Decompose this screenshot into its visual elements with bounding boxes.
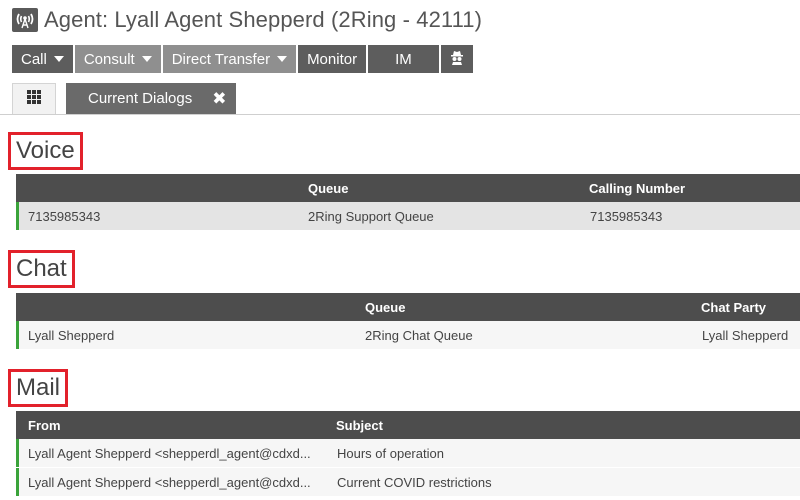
column-header-subject[interactable]: Subject [336, 418, 383, 433]
tab-grid[interactable] [12, 83, 56, 114]
mail-grid-header: From Subject [16, 411, 800, 439]
mail-row[interactable]: Lyall Agent Shepperd <shepperdl_agent@cd… [16, 439, 800, 467]
tab-divider [0, 114, 800, 115]
toolbar: Call Consult Direct Transfer Monitor IM [12, 45, 475, 73]
page-title: Agent: Lyall Agent Shepperd (2Ring - 421… [44, 7, 483, 32]
spy-button[interactable] [440, 45, 473, 73]
im-label: IM [395, 50, 412, 68]
grid-icon [27, 89, 41, 109]
voice-section-title: Voice [8, 132, 83, 170]
consult-button[interactable]: Consult [74, 45, 161, 73]
column-header-queue[interactable]: Queue [308, 181, 348, 196]
mail-subject: Current COVID restrictions [337, 475, 492, 490]
call-button[interactable]: Call [12, 45, 73, 73]
column-header-from[interactable]: From [28, 418, 61, 433]
column-header-calling-number[interactable]: Calling Number [589, 181, 685, 196]
chat-party: Lyall Shepperd [702, 328, 789, 343]
spy-icon [449, 49, 465, 69]
chat-grid-header: Queue Chat Party [16, 293, 800, 321]
call-label: Call [21, 50, 47, 68]
mail-section-title: Mail [8, 369, 69, 407]
mail-from: Lyall Agent Shepperd <shepperdl_agent@cd… [28, 446, 311, 461]
close-icon[interactable]: ✖ [212, 89, 226, 109]
header: Agent: Lyall Agent Shepperd (2Ring - 421… [12, 6, 482, 34]
chat-row[interactable]: Lyall Shepperd 2Ring Chat Queue Lyall Sh… [16, 321, 800, 349]
tab-current-dialogs[interactable]: Current Dialogs ✖ [66, 83, 237, 114]
chevron-down-icon [53, 56, 64, 62]
monitor-label: Monitor [307, 50, 358, 68]
mail-from: Lyall Agent Shepperd <shepperdl_agent@cd… [28, 475, 311, 490]
voice-grid-header: Queue Calling Number [16, 174, 800, 202]
chat-section-title: Chat [8, 250, 75, 288]
column-header-chat-party[interactable]: Chat Party [701, 300, 766, 315]
voice-row[interactable]: 7135985343 2Ring Support Queue 713598534… [16, 202, 800, 230]
direct-transfer-label: Direct Transfer [171, 50, 271, 68]
chevron-down-icon [277, 56, 288, 62]
chat-name: Lyall Shepperd [28, 328, 115, 343]
mail-subject: Hours of operation [337, 446, 444, 461]
tab-label: Current Dialogs [88, 90, 193, 107]
voice-number: 7135985343 [28, 209, 101, 224]
direct-transfer-button[interactable]: Direct Transfer [162, 45, 297, 73]
tab-bar: Current Dialogs ✖ [12, 83, 237, 114]
im-button[interactable]: IM [368, 45, 439, 73]
voice-calling-number: 7135985343 [590, 209, 663, 224]
monitor-button[interactable]: Monitor [298, 45, 367, 73]
mail-row[interactable]: Lyall Agent Shepperd <shepperdl_agent@cd… [16, 468, 800, 496]
chat-queue: 2Ring Chat Queue [365, 328, 473, 343]
consult-label: Consult [83, 50, 135, 68]
chevron-down-icon [141, 56, 152, 62]
radio-tower-icon [12, 8, 38, 32]
voice-queue: 2Ring Support Queue [308, 209, 434, 224]
column-header-queue[interactable]: Queue [365, 300, 405, 315]
